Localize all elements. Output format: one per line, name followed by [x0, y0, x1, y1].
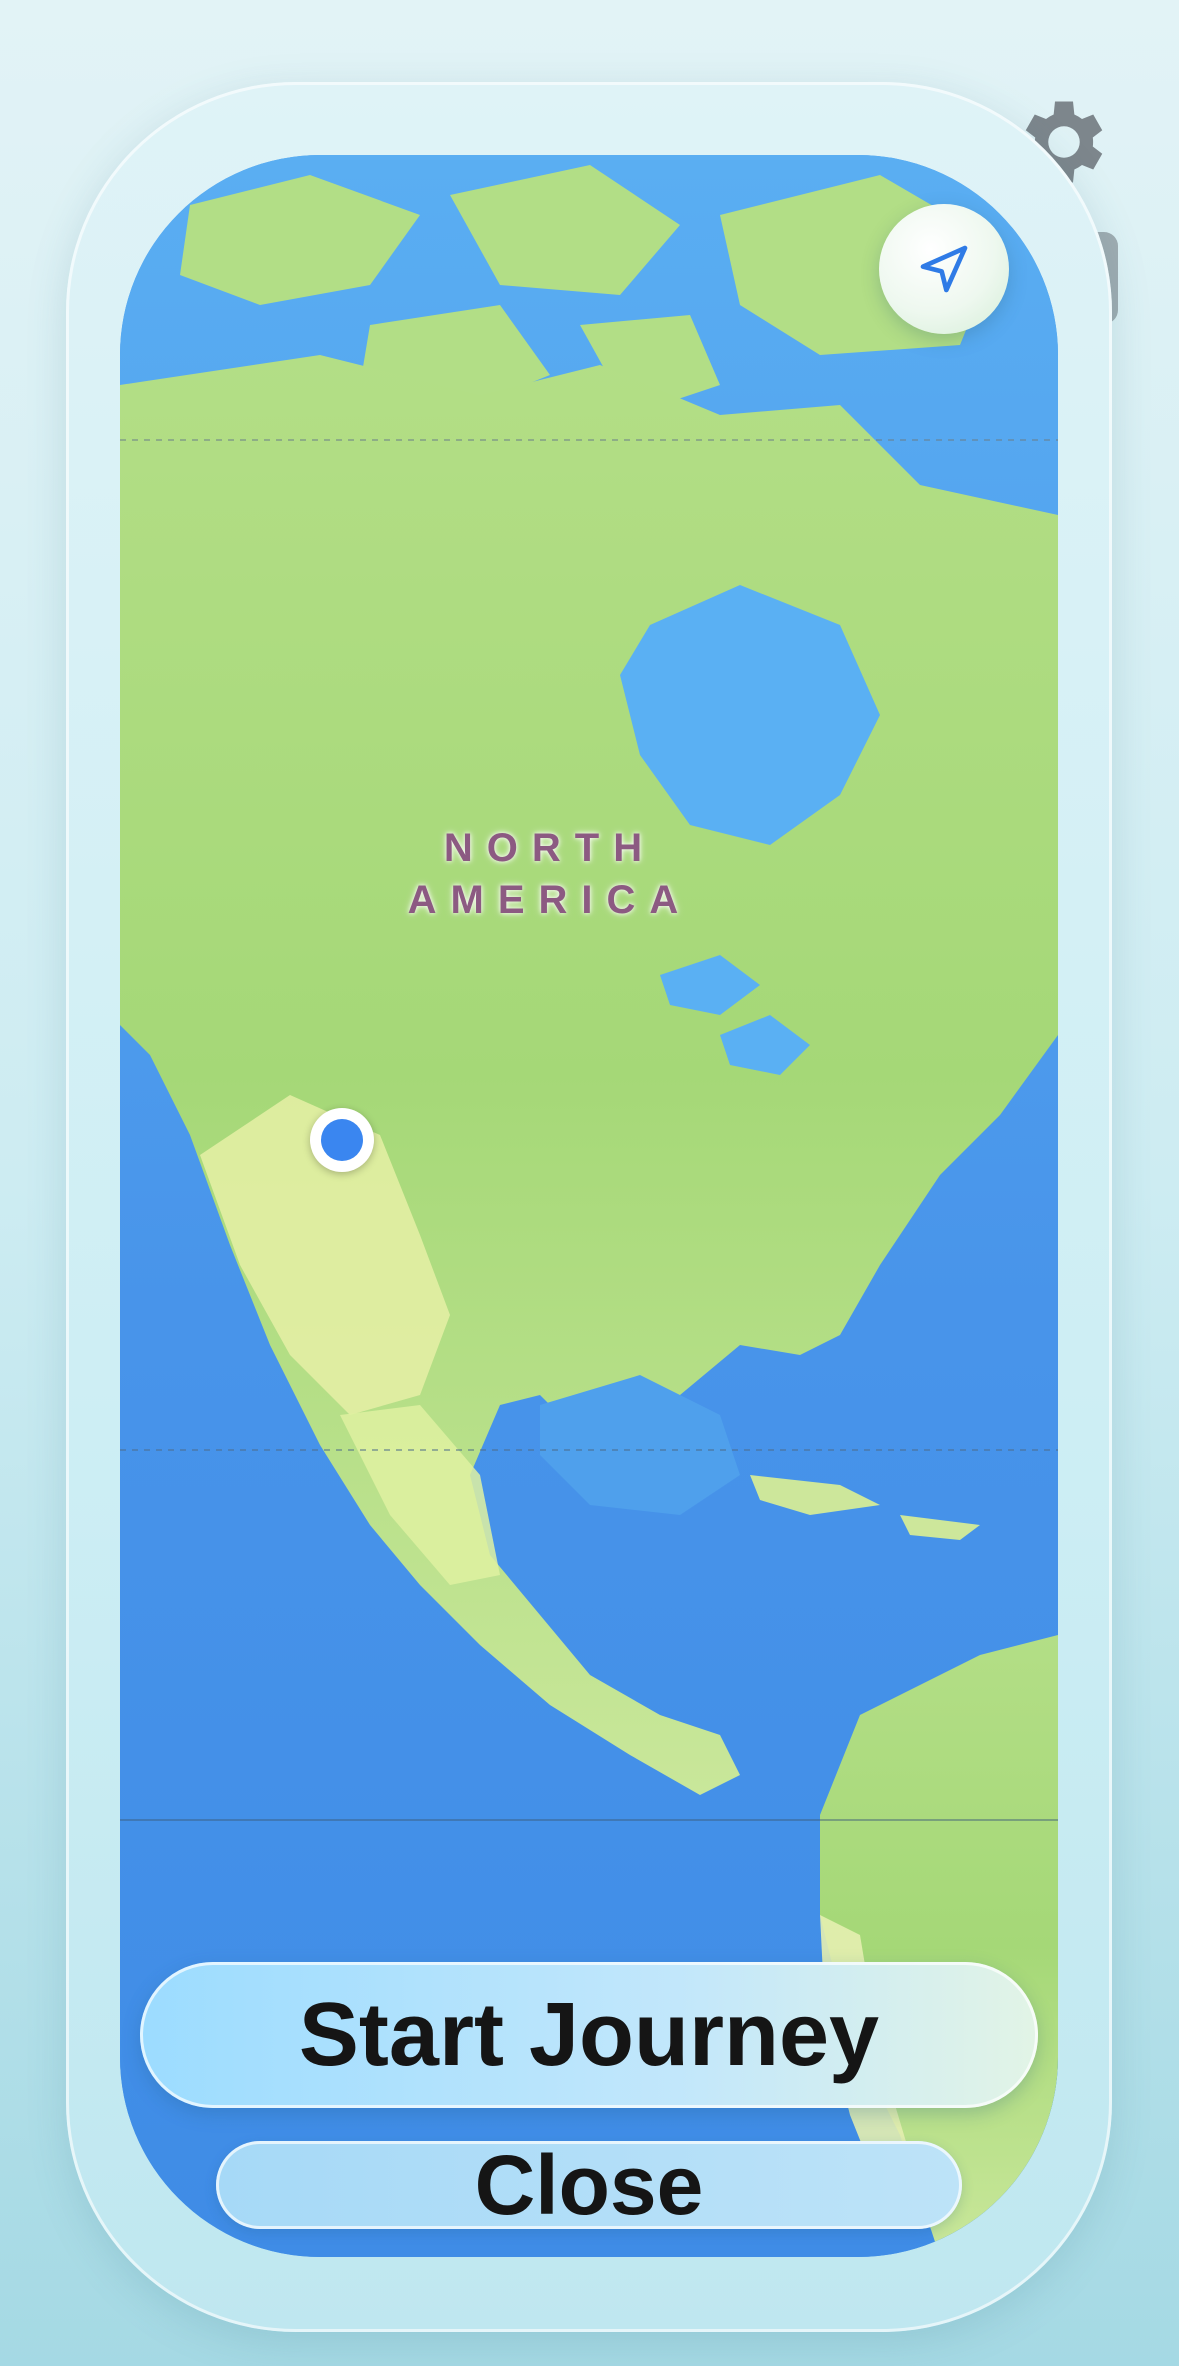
continent-label-line1: NORTH: [443, 826, 657, 870]
start-journey-button[interactable]: Start Journey: [140, 1962, 1038, 2108]
current-location-pin[interactable]: [310, 1108, 374, 1172]
map-terrain: [120, 155, 1058, 2257]
continent-label-line2: AMERICA: [407, 878, 693, 922]
locate-button[interactable]: [879, 204, 1009, 334]
close-button[interactable]: Close: [216, 2141, 962, 2229]
location-arrow-icon: [920, 245, 968, 293]
map-view[interactable]: [120, 155, 1058, 2257]
continent-label: NORTH AMERICA: [370, 822, 730, 926]
